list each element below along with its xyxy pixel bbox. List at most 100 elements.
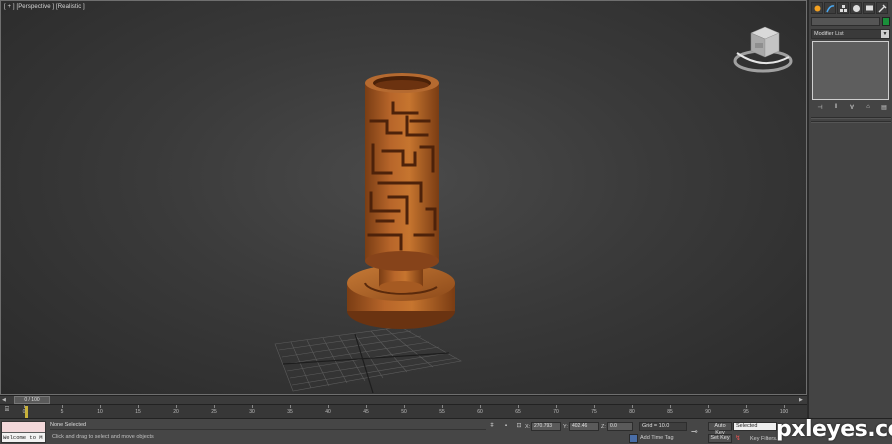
- track-tick-label: 80: [629, 409, 635, 415]
- track-tick-mark: [176, 405, 177, 408]
- z-label: Z:: [601, 424, 606, 430]
- chevron-right-icon[interactable]: ▶: [799, 397, 805, 403]
- track-tick-label: 65: [515, 409, 521, 415]
- track-tick-label: 75: [591, 409, 597, 415]
- command-panel: Modifier List ▼ ⊣ ‖ ∀ ⌂ ▤: [808, 0, 892, 418]
- track-tick-label: 40: [325, 409, 331, 415]
- maxscript-input[interactable]: Welcome to M: [2, 433, 45, 442]
- track-tick-mark: [252, 405, 253, 408]
- track-tick-label: 95: [743, 409, 749, 415]
- time-tag-icon[interactable]: [629, 434, 638, 443]
- motion-icon[interactable]: [850, 2, 862, 14]
- time-slider[interactable]: ◀ 0 / 100 ▶: [0, 395, 807, 404]
- time-slider-handle[interactable]: 0 / 100: [14, 396, 50, 404]
- modifier-list-label: Modifier List: [814, 31, 844, 37]
- z-coordinate-field[interactable]: 0.0: [607, 422, 633, 431]
- viewcube[interactable]: [727, 23, 793, 81]
- track-tick-mark: [328, 405, 329, 408]
- track-tick-label: 25: [211, 409, 217, 415]
- panel-divider: [811, 117, 891, 119]
- key-mode-dropdown[interactable]: Selected: [733, 422, 777, 431]
- prompt-line: Click and drag to select and move object…: [52, 434, 154, 440]
- track-tick-label: 100: [779, 409, 789, 415]
- track-bar[interactable]: ⌸ 0 5 10 15 20 25 30 35 40 45 50 55 60 65 70 75 80 85 90 95…: [0, 404, 807, 418]
- track-tick-label: 20: [173, 409, 179, 415]
- track-tick-label: 30: [249, 409, 255, 415]
- track-tick-mark: [784, 405, 785, 408]
- track-ruler[interactable]: 0 5 10 15 20 25 30 35 40 45 50 55 60 65 70 75 80 85 90 95 10…: [22, 405, 788, 419]
- track-tick-label: 50: [401, 409, 407, 415]
- mini-curve-editor-icon[interactable]: ⌸: [1, 406, 13, 418]
- track-tick-mark: [632, 405, 633, 408]
- watermark-logo: pxleyes.com: [776, 417, 892, 442]
- stack-tools: ⊣ ‖ ∀ ⌂ ▤: [815, 103, 889, 112]
- track-tick-mark: [556, 405, 557, 408]
- object-color-swatch[interactable]: [882, 17, 890, 26]
- status-divider: [50, 429, 486, 430]
- modifier-list-dropdown[interactable]: Modifier List ▼: [811, 29, 890, 39]
- track-tick-mark: [480, 405, 481, 408]
- create-icon[interactable]: [811, 2, 823, 14]
- modify-icon[interactable]: [824, 2, 836, 14]
- make-unique-icon[interactable]: ∀: [847, 103, 857, 111]
- viewport-label[interactable]: [ + ] [Perspective ] [Realistic ]: [4, 4, 85, 10]
- chevron-left-icon[interactable]: ◀: [2, 397, 8, 403]
- remove-modifier-icon[interactable]: ⌂: [863, 103, 873, 111]
- x-label: X:: [525, 424, 531, 430]
- maxscript-output[interactable]: [2, 422, 45, 432]
- track-tick-mark: [670, 405, 671, 408]
- utilities-icon[interactable]: [876, 2, 888, 14]
- show-end-result-icon[interactable]: ‖: [831, 103, 841, 111]
- isolate-selection-icon[interactable]: ▪: [502, 422, 510, 430]
- add-time-tag-button[interactable]: Add Time Tag: [640, 435, 674, 441]
- track-tick-label: 10: [97, 409, 103, 415]
- selection-status: None Selected: [50, 422, 87, 428]
- track-tick-mark: [366, 405, 367, 408]
- maxscript-listener[interactable]: Welcome to M: [1, 421, 46, 443]
- track-tick-mark: [24, 405, 25, 408]
- ground-grid: [274, 326, 462, 392]
- track-tick-label: 60: [477, 409, 483, 415]
- perspective-viewport[interactable]: [ + ] [Perspective ] [Realistic ]: [0, 0, 807, 395]
- track-tick-mark: [594, 405, 595, 408]
- object-name-field[interactable]: [811, 17, 880, 26]
- auto-key-button[interactable]: Auto Key: [708, 422, 732, 436]
- track-tick-label: 45: [363, 409, 369, 415]
- y-label: Y:: [563, 424, 568, 430]
- absolute-mode-icon[interactable]: ⊡: [515, 422, 523, 430]
- x-coordinate-field[interactable]: 270.793: [531, 422, 561, 431]
- command-panel-tabs: [811, 2, 891, 14]
- configure-sets-icon[interactable]: ▤: [879, 103, 889, 111]
- set-key-button[interactable]: Set Key: [708, 434, 732, 443]
- track-tick-label: 0: [22, 409, 26, 415]
- track-tick-mark: [518, 405, 519, 408]
- wooden-maze-cylinder-model[interactable]: [261, 61, 481, 395]
- track-tick-label: 35: [287, 409, 293, 415]
- chevron-down-icon[interactable]: ▼: [881, 30, 889, 38]
- track-tick-mark: [100, 405, 101, 408]
- track-tick-mark: [442, 405, 443, 408]
- key-icon[interactable]: ⊸: [691, 427, 698, 436]
- track-tick-label: 15: [135, 409, 141, 415]
- status-bar: Welcome to M None Selected Click and dra…: [0, 418, 892, 444]
- track-tick-mark: [138, 405, 139, 408]
- track-tick-label: 5: [60, 409, 64, 415]
- track-tick-label: 55: [439, 409, 445, 415]
- track-tick-mark: [746, 405, 747, 408]
- key-filters-icon[interactable]: ↯: [735, 435, 743, 443]
- grid-readout: Grid = 10.0: [639, 422, 687, 431]
- hierarchy-icon[interactable]: [837, 2, 849, 14]
- y-coordinate-field[interactable]: 402.46: [569, 422, 599, 431]
- panel-divider: [811, 121, 891, 123]
- track-tick-label: 85: [667, 409, 673, 415]
- modifier-stack[interactable]: [812, 41, 889, 100]
- track-tick-label: 70: [553, 409, 559, 415]
- track-tick-mark: [404, 405, 405, 408]
- display-icon[interactable]: [863, 2, 875, 14]
- track-tick-mark: [62, 405, 63, 408]
- track-tick-mark: [214, 405, 215, 408]
- track-tick-label: 90: [705, 409, 711, 415]
- track-tick-mark: [290, 405, 291, 408]
- lock-selection-icon[interactable]: ǂ: [488, 422, 496, 430]
- pin-stack-icon[interactable]: ⊣: [815, 103, 825, 111]
